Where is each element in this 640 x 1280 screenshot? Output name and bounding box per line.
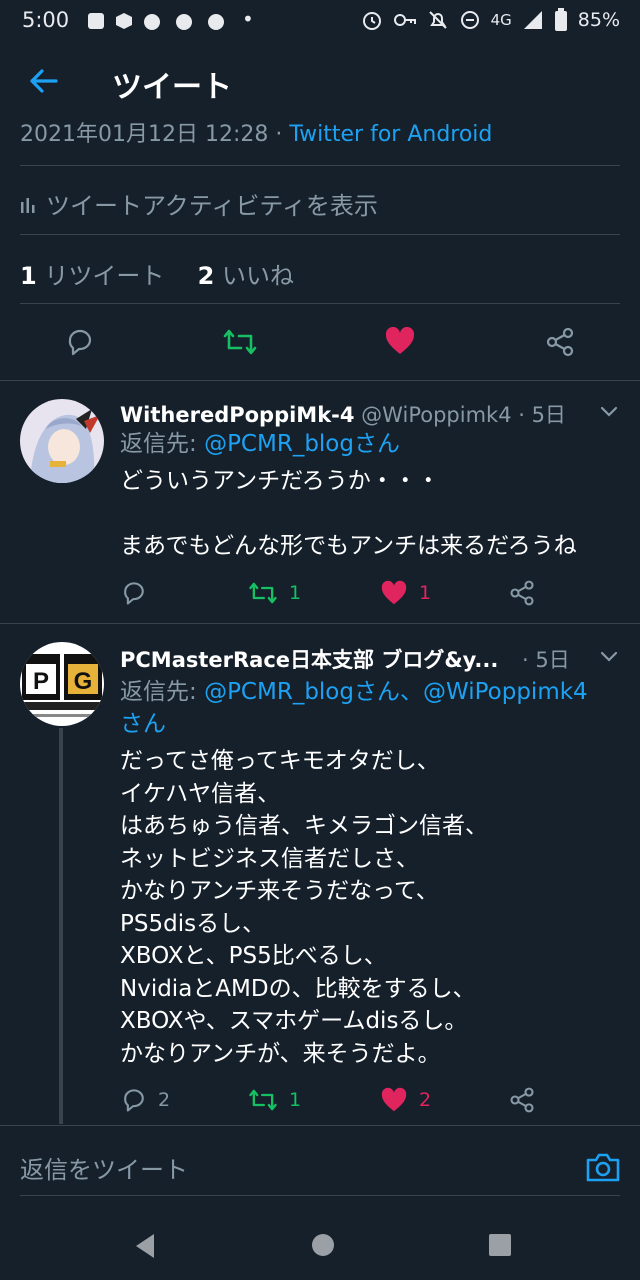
avatar[interactable]: P G: [20, 642, 104, 726]
divider: [20, 1195, 620, 1196]
avatar[interactable]: [20, 399, 104, 483]
reply-to-prefix: 返信先:: [120, 679, 205, 705]
reply-to-prefix: 返信先:: [120, 431, 205, 457]
reply-tweet[interactable]: WitheredPoppiMk-4 @WiPoppimk4 · 5日 返信先: …: [0, 381, 640, 623]
camera-icon[interactable]: [584, 1148, 622, 1186]
page-title: ツイート: [112, 70, 232, 105]
divider: [20, 234, 620, 235]
display-name[interactable]: PCMasterRace日本支部 ブログ&y...: [120, 648, 498, 672]
more-notifications-dot: •: [242, 7, 258, 31]
retweet-count: 1: [289, 582, 302, 604]
nav-recents-icon[interactable]: [488, 1233, 512, 1257]
share-icon[interactable]: [508, 1086, 536, 1114]
alarm-icon: [362, 12, 381, 30]
avatar-image: P G: [20, 642, 104, 726]
status-time: 5:00: [22, 8, 70, 32]
svg-text:G: G: [74, 668, 93, 695]
signal-icon: [523, 11, 542, 29]
notification-icons: •: [86, 7, 254, 38]
reply-icon[interactable]: [120, 579, 148, 607]
handle-and-time: · 5日: [522, 648, 570, 672]
retweet-icon[interactable]: [222, 326, 258, 358]
app-bar: ツイート: [0, 42, 640, 120]
vpn-key-icon: [393, 14, 416, 26]
heart-icon[interactable]: [380, 580, 408, 606]
tweet-header: PCMasterRace日本支部 ブログ&y...: [120, 644, 498, 674]
battery-icon: [554, 8, 567, 31]
like-count: 1: [419, 582, 432, 604]
chevron-down-icon[interactable]: [598, 646, 620, 668]
reply-icon[interactable]: [64, 326, 96, 358]
like-label: いいね: [214, 262, 294, 290]
retweet-label: リツイート: [36, 262, 165, 290]
handle-and-time: @WiPoppimk4 · 5日: [354, 403, 566, 427]
tweet-text: どういうアンチだろうか・・・ まあでもどんな形でもアンチは来るだろうね: [120, 468, 577, 559]
reply-to-mention[interactable]: @PCMR_blogさん、@WiPoppimk4: [204, 679, 588, 705]
share-icon[interactable]: [508, 579, 536, 607]
retweet-icon[interactable]: [248, 579, 278, 607]
tweet-meta: 2021年01月12日 12:28 · Twitter for Android: [20, 116, 492, 144]
retweet-count: 1: [20, 262, 37, 290]
battery-percent: 85%: [577, 9, 620, 31]
retweet-count: 1: [289, 1089, 302, 1111]
chevron-down-icon[interactable]: [598, 401, 620, 423]
tweet-stats: 1 リツイート 2 いいね: [20, 256, 294, 291]
retweets-stat[interactable]: 1 リツイート: [20, 262, 164, 290]
tweet-header: WitheredPoppiMk-4 @WiPoppimk4 · 5日: [120, 399, 566, 429]
nav-home-icon[interactable]: [311, 1233, 335, 1257]
like-count: 2: [419, 1089, 432, 1111]
network-type: 4G: [490, 11, 512, 29]
reply-input[interactable]: 返信をツイート: [20, 1150, 188, 1185]
tweet-source-link[interactable]: Twitter for Android: [289, 122, 492, 144]
system-icons: 4G 85%: [361, 8, 620, 32]
divider: [20, 165, 620, 166]
reply-tweet[interactable]: P G PCMasterRace日本支部 ブログ&y... · 5日 返信先: …: [0, 624, 640, 1124]
nav-back-icon[interactable]: [132, 1232, 158, 1260]
like-count: 2: [197, 262, 215, 290]
main-tweet-actions: [0, 312, 640, 372]
reply-to-mention-suffix[interactable]: さん: [120, 711, 166, 737]
reply-count: 2: [158, 1089, 171, 1111]
reply-to-line: 返信先: @PCMR_blogさん: [120, 428, 400, 460]
tweet-activity-link[interactable]: ツイートアクティビティを表示: [20, 186, 378, 221]
reply-to-mention[interactable]: @PCMR_blogさん: [204, 431, 400, 457]
do-not-disturb-icon: [460, 11, 479, 29]
thread-line: [59, 728, 63, 1124]
heart-icon[interactable]: [384, 326, 416, 356]
likes-stat[interactable]: 2 いいね: [198, 262, 294, 290]
status-bar: 5:00 • 4G 85%: [0, 0, 640, 42]
tweet-text: だってさ俺ってキモオタだし、 イケハヤ信者、 はあちゅう信者、キメラゴン信者、 …: [120, 748, 488, 1067]
bar-chart-icon: [21, 197, 35, 213]
divider: [20, 303, 620, 304]
reply-icon[interactable]: [120, 1086, 148, 1114]
reply-to-line: 返信先: @PCMR_blogさん、@WiPoppimk4 さん: [120, 676, 630, 740]
tweet-timestamp: 2021年01月12日 12:28 ·: [20, 122, 290, 144]
back-arrow-icon[interactable]: [26, 64, 60, 98]
heart-icon[interactable]: [380, 1087, 408, 1113]
notification-app-icons: [88, 13, 224, 30]
notifications-off-icon: [428, 11, 447, 29]
retweet-icon[interactable]: [248, 1086, 278, 1114]
avatar-image: [20, 399, 104, 483]
navigation-bar: [0, 1210, 640, 1280]
svg-text:P: P: [33, 668, 49, 695]
share-icon[interactable]: [544, 326, 576, 358]
display-name[interactable]: WitheredPoppiMk-4: [120, 403, 355, 427]
tweet-activity-label: ツイートアクティビティを表示: [46, 192, 378, 220]
